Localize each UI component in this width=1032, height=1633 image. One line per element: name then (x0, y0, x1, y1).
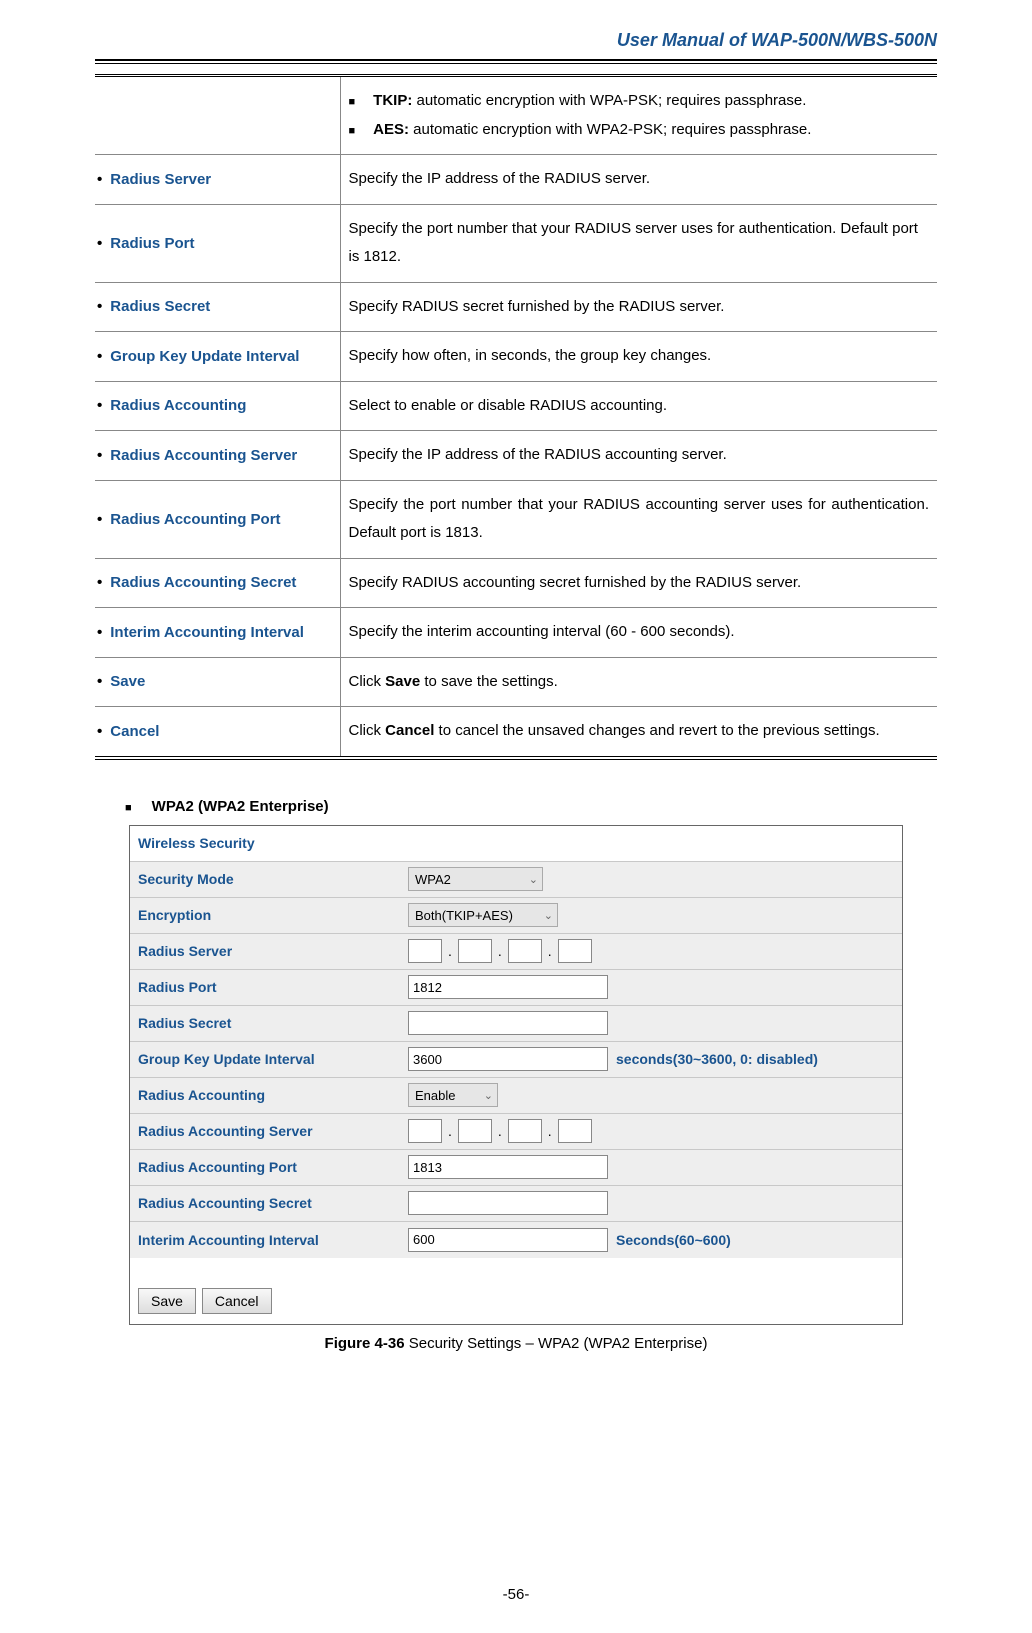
radius-acct-port-input[interactable] (408, 1155, 608, 1179)
radius-acct-server-oct4[interactable] (558, 1119, 592, 1143)
radius-server-oct3[interactable] (508, 939, 542, 963)
ss-label: Security Mode (138, 871, 408, 887)
table-row: •Radius Accounting PortSpecify the port … (95, 480, 937, 558)
tkip-line: ■TKIP: automatic encryption with WPA-PSK… (349, 87, 930, 116)
save-button[interactable]: Save (138, 1288, 196, 1314)
ss-label: Radius Accounting Secret (138, 1195, 408, 1211)
ss-label: Radius Server (138, 943, 408, 959)
table-row: •Group Key Update IntervalSpecify how of… (95, 332, 937, 382)
table-row: •Radius ServerSpecify the IP address of … (95, 155, 937, 205)
ss-label: Encryption (138, 907, 408, 923)
section-heading: ■WPA2 (WPA2 Enterprise) (125, 798, 937, 815)
ss-label: Radius Accounting Server (138, 1123, 408, 1139)
ss-title: Wireless Security (130, 826, 902, 862)
table-row: •Radius PortSpecify the port number that… (95, 204, 937, 282)
radius-acct-server-oct3[interactable] (508, 1119, 542, 1143)
table-row: •CancelClick Cancel to cancel the unsave… (95, 707, 937, 756)
radius-acct-server-oct2[interactable] (458, 1119, 492, 1143)
encryption-select[interactable]: Both(TKIP+AES)⌄ (408, 903, 558, 927)
aes-line: ■AES: automatic encryption with WPA2-PSK… (349, 116, 930, 145)
gkui-hint: seconds(30~3600, 0: disabled) (616, 1051, 818, 1067)
radius-server-oct4[interactable] (558, 939, 592, 963)
table-row: •Radius Accounting SecretSpecify RADIUS … (95, 558, 937, 608)
chevron-down-icon: ⌄ (484, 1089, 493, 1102)
ss-label: Radius Port (138, 979, 408, 995)
table-row: •Radius AccountingSelect to enable or di… (95, 381, 937, 431)
ss-label: Radius Accounting (138, 1087, 408, 1103)
square-bullet-icon: ■ (349, 125, 356, 137)
ss-label: Group Key Update Interval (138, 1051, 408, 1067)
radius-server-oct2[interactable] (458, 939, 492, 963)
table-row: •Interim Accounting IntervalSpecify the … (95, 608, 937, 658)
radius-accounting-select[interactable]: Enable⌄ (408, 1083, 498, 1107)
gkui-input[interactable] (408, 1047, 608, 1071)
config-screenshot: Wireless Security Security Mode WPA2⌄ En… (129, 825, 903, 1325)
security-mode-select[interactable]: WPA2⌄ (408, 867, 543, 891)
cancel-button[interactable]: Cancel (202, 1288, 272, 1314)
radius-secret-input[interactable] (408, 1011, 608, 1035)
ss-label: Radius Accounting Port (138, 1159, 408, 1175)
radius-server-oct1[interactable] (408, 939, 442, 963)
square-bullet-icon: ■ (349, 96, 356, 108)
table-row: •SaveClick Save to save the settings. (95, 657, 937, 707)
table-row: •Radius SecretSpecify RADIUS secret furn… (95, 282, 937, 332)
parameters-table: ■TKIP: automatic encryption with WPA-PSK… (95, 74, 937, 756)
ss-label: Radius Secret (138, 1015, 408, 1031)
chevron-down-icon: ⌄ (529, 873, 538, 886)
interim-hint: Seconds(60~600) (616, 1232, 731, 1248)
radius-acct-secret-input[interactable] (408, 1191, 608, 1215)
interim-input[interactable] (408, 1228, 608, 1252)
table-row: •Radius Accounting ServerSpecify the IP … (95, 431, 937, 481)
radius-acct-server-oct1[interactable] (408, 1119, 442, 1143)
chevron-down-icon: ⌄ (544, 909, 553, 922)
figure-caption: Figure 4-36 Security Settings – WPA2 (WP… (95, 1335, 937, 1352)
doc-header: User Manual of WAP-500N/WBS-500N (95, 30, 937, 61)
square-bullet-icon: ■ (125, 802, 132, 814)
ss-label: Interim Accounting Interval (138, 1232, 408, 1248)
page-number: -56- (95, 1546, 937, 1603)
radius-port-input[interactable] (408, 975, 608, 999)
